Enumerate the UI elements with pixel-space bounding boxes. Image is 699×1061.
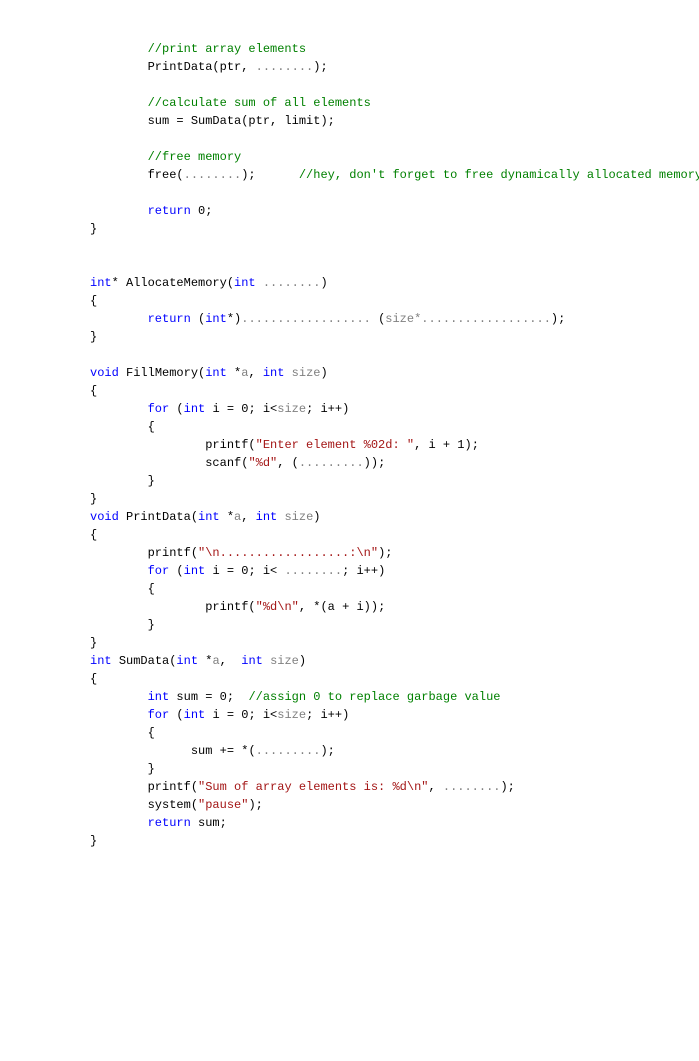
line: { [90,726,155,740]
line: void PrintData(int *a, int size) [90,510,320,524]
line: scanf("%d", (.........)); [90,456,385,470]
line: int* AllocateMemory(int ........) [90,276,328,290]
line: return (int*).................. (size*..… [90,312,565,326]
line: //print array elements [90,42,306,56]
line: sum = SumData(ptr, limit); [90,114,335,128]
line: { [90,294,97,308]
line: } [90,222,97,236]
line: { [90,582,155,596]
line: return sum; [90,816,227,830]
line: { [90,528,97,542]
line: } [90,762,155,776]
comment: //print array elements [148,42,306,56]
line: printf("Enter element %02d: ", i + 1); [90,438,479,452]
line: return 0; [90,204,212,218]
line: void FillMemory(int *a, int size) [90,366,328,380]
line: { [90,384,97,398]
line: { [90,672,97,686]
line: printf("%d\n", *(a + i)); [90,600,385,614]
line: } [90,492,97,506]
line: for (int i = 0; i<size; i++) [90,708,349,722]
line: //free memory [90,150,241,164]
line: //calculate sum of all elements [90,96,371,110]
line: printf("\n..................:\n"); [90,546,392,560]
line: for (int i = 0; i<size; i++) [90,402,349,416]
line: int SumData(int *a, int size) [90,654,306,668]
line: } [90,618,155,632]
line: for (int i = 0; i< ........; i++) [90,564,385,578]
line: free(........); //hey, don't forget to f… [90,168,699,182]
line: sum += *(.........); [90,744,335,758]
line: } [90,330,97,344]
line: printf("Sum of array elements is: %d\n",… [90,780,515,794]
code-block: //print array elements PrintData(ptr, ..… [90,42,699,848]
line: } [90,636,97,650]
line: system("pause"); [90,798,263,812]
line: PrintData(ptr, ........); [90,60,328,74]
line: { [90,420,155,434]
line: int sum = 0; //assign 0 to replace garba… [90,690,500,704]
line: } [90,474,155,488]
line: } [90,834,97,848]
